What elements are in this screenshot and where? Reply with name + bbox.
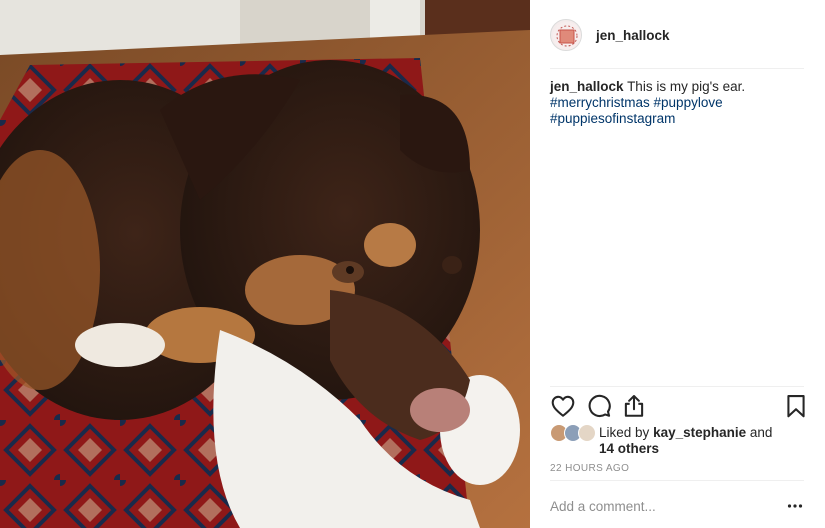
liked-by-label: Liked by (599, 425, 650, 440)
user-avatar[interactable] (550, 19, 582, 51)
header-divider (550, 68, 804, 69)
ellipsis-icon[interactable] (786, 497, 804, 515)
liker-avatar (578, 424, 596, 442)
likes-and-label: and (749, 425, 773, 440)
caption-text: This is my pig's ear. (627, 79, 746, 94)
liker-username-link[interactable]: kay_stephanie (653, 425, 746, 440)
comment-input[interactable] (550, 496, 770, 516)
post-sidebar: jen_hallock jen_hallock This is my pig's… (530, 0, 825, 528)
liker-avatars[interactable] (550, 424, 598, 444)
heart-icon[interactable] (550, 393, 576, 419)
dog-photo-image (0, 0, 530, 528)
caption-author-link[interactable]: jen_hallock (550, 79, 624, 94)
post-timestamp[interactable]: 22 HOURS AGO (550, 463, 629, 474)
share-arrow-icon[interactable] (621, 393, 647, 419)
hashtag-link[interactable]: #merrychristmas (550, 95, 650, 110)
comment-divider (550, 480, 804, 481)
hashtag-link[interactable]: #puppiesofinstagram (550, 111, 675, 126)
speech-bubble-icon[interactable] (586, 393, 612, 419)
others-count-link[interactable]: 14 others (599, 441, 659, 456)
hashtag-link[interactable]: #puppylove (654, 95, 723, 110)
stamp-avatar-image (553, 22, 581, 50)
post-actions (548, 393, 808, 421)
post-header: jen_hallock (550, 15, 804, 55)
actions-divider (550, 386, 804, 387)
bookmark-icon[interactable] (783, 393, 809, 419)
post-caption: jen_hallock This is my pig's ear. #merry… (550, 79, 804, 127)
username-link[interactable]: jen_hallock (596, 28, 670, 43)
likes-text: Liked by kay_stephanie and 14 others (599, 425, 809, 457)
post-photo[interactable] (0, 0, 530, 528)
comment-row (550, 491, 804, 521)
likes-summary: Liked by kay_stephanie and 14 others (550, 423, 804, 459)
